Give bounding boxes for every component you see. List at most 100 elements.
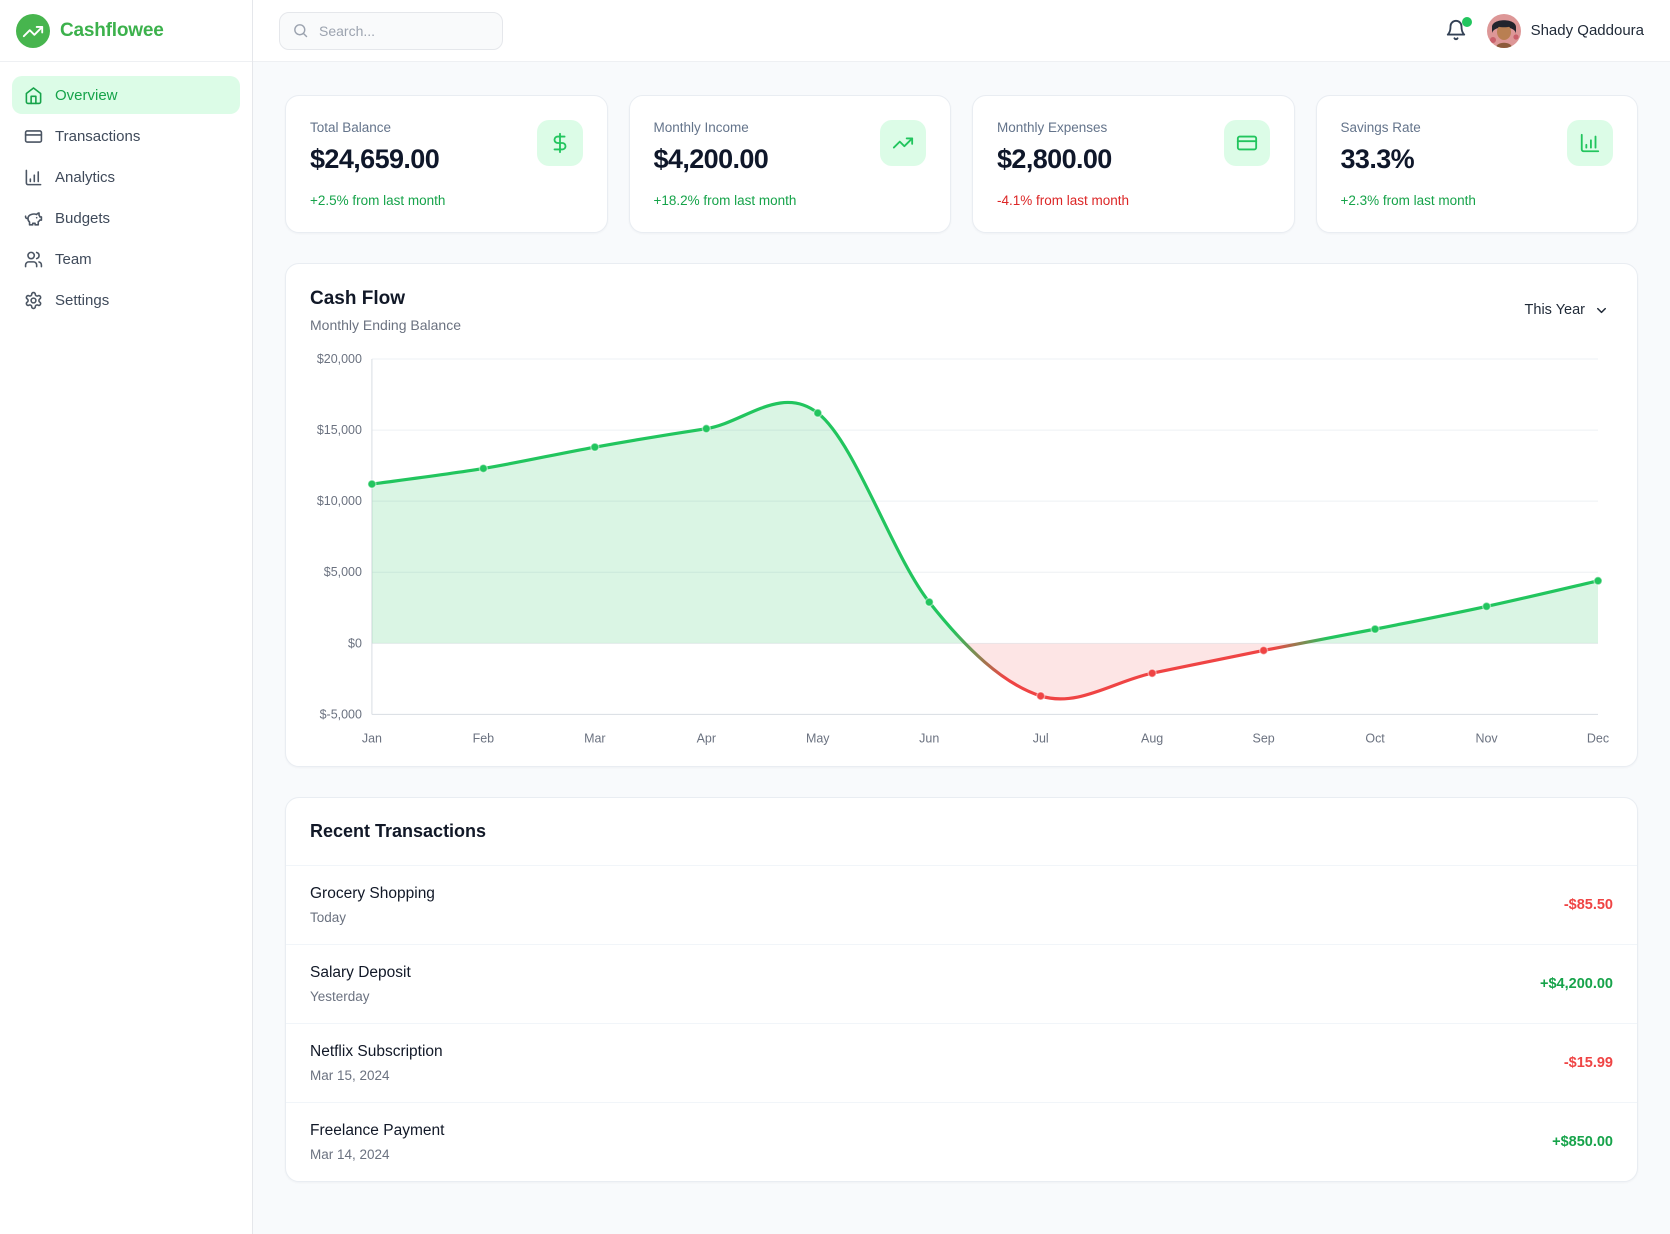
stat-value: $24,659.00 xyxy=(310,144,445,175)
cash-flow-chart[interactable]: $20,000 $15,000 $10,000 $5,000 $0 $-5,000Jan F… xyxy=(310,349,1613,752)
sidebar: Cashflowee Overview Transactions Analyti… xyxy=(0,0,253,1234)
svg-text:Feb: Feb xyxy=(473,731,495,745)
svg-text:$0: $0 xyxy=(348,636,362,650)
gear-icon xyxy=(24,291,43,310)
notification-badge xyxy=(1462,17,1472,27)
transaction-date: Today xyxy=(310,910,435,925)
svg-text:$15,000: $15,000 xyxy=(317,423,362,437)
stat-label: Monthly Expenses xyxy=(997,120,1129,135)
transaction-date: Yesterday xyxy=(310,989,411,1004)
user-menu[interactable]: Shady Qaddoura xyxy=(1487,14,1644,48)
stat-change: +18.2% from last month xyxy=(654,193,797,208)
transaction-row[interactable]: Salary Deposit Yesterday +$4,200.00 xyxy=(286,945,1637,1024)
chart-title: Cash Flow xyxy=(310,288,461,310)
sidebar-item-label: Transactions xyxy=(55,128,140,145)
sidebar-item-budgets[interactable]: Budgets xyxy=(12,199,240,237)
app-title: Cashflowee xyxy=(60,20,164,42)
sidebar-item-transactions[interactable]: Transactions xyxy=(12,117,240,155)
svg-text:Jun: Jun xyxy=(919,731,939,745)
time-range-value: This Year xyxy=(1525,302,1585,318)
brand: Cashflowee xyxy=(0,0,252,62)
stat-change: +2.5% from last month xyxy=(310,193,445,208)
stat-icon-box xyxy=(880,120,926,166)
svg-text:Dec: Dec xyxy=(1587,731,1609,745)
recent-transactions-card: Recent Transactions Grocery Shopping Tod… xyxy=(285,797,1638,1182)
user-name: Shady Qaddoura xyxy=(1531,22,1644,39)
transaction-row[interactable]: Netflix Subscription Mar 15, 2024 -$15.9… xyxy=(286,1024,1637,1103)
search-box[interactable] xyxy=(279,12,503,50)
topbar-right: Shady Qaddoura xyxy=(1445,14,1644,48)
sidebar-item-team[interactable]: Team xyxy=(12,240,240,278)
bar-chart-icon xyxy=(24,168,43,187)
stat-label: Savings Rate xyxy=(1341,120,1476,135)
transaction-amount: +$4,200.00 xyxy=(1540,976,1613,992)
svg-text:Oct: Oct xyxy=(1365,731,1385,745)
content-column: Shady Qaddoura Total Balance $24,659.00 … xyxy=(253,0,1670,1234)
svg-text:Nov: Nov xyxy=(1475,731,1498,745)
home-icon xyxy=(24,86,43,105)
search-icon xyxy=(292,22,309,39)
svg-text:May: May xyxy=(806,731,830,745)
transaction-date: Mar 14, 2024 xyxy=(310,1147,444,1162)
sidebar-item-analytics[interactable]: Analytics xyxy=(12,158,240,196)
svg-text:Jul: Jul xyxy=(1033,731,1049,745)
app-root: Cashflowee Overview Transactions Analyti… xyxy=(0,0,1670,1234)
sidebar-item-label: Budgets xyxy=(55,210,110,227)
transaction-name: Salary Deposit xyxy=(310,964,411,982)
sidebar-item-settings[interactable]: Settings xyxy=(12,281,240,319)
sidebar-item-label: Settings xyxy=(55,292,109,309)
transaction-amount: -$15.99 xyxy=(1564,1055,1613,1071)
trending-up-icon xyxy=(892,132,914,154)
stat-label: Monthly Income xyxy=(654,120,797,135)
stat-value: 33.3% xyxy=(1341,144,1476,175)
credit-card-icon xyxy=(1236,132,1258,154)
stat-card-total-balance: Total Balance $24,659.00 +2.5% from last… xyxy=(285,95,608,233)
stat-value: $2,800.00 xyxy=(997,144,1129,175)
transaction-name: Grocery Shopping xyxy=(310,885,435,903)
transaction-amount: +$850.00 xyxy=(1552,1134,1613,1150)
avatar xyxy=(1487,14,1521,48)
transactions-header: Recent Transactions xyxy=(286,798,1637,866)
sidebar-item-overview[interactable]: Overview xyxy=(12,76,240,114)
stat-card-monthly-expenses: Monthly Expenses $2,800.00 -4.1% from la… xyxy=(972,95,1295,233)
sidebar-item-label: Analytics xyxy=(55,169,115,186)
sidebar-nav: Overview Transactions Analytics Budgets … xyxy=(0,62,252,333)
users-icon xyxy=(24,250,43,269)
stat-card-monthly-income: Monthly Income $4,200.00 +18.2% from las… xyxy=(629,95,952,233)
stat-change: -4.1% from last month xyxy=(997,193,1129,208)
topbar: Shady Qaddoura xyxy=(253,0,1670,62)
sidebar-item-label: Team xyxy=(55,251,92,268)
svg-text:Sep: Sep xyxy=(1253,731,1275,745)
dollar-icon xyxy=(549,132,571,154)
stat-card-savings-rate: Savings Rate 33.3% +2.3% from last month xyxy=(1316,95,1639,233)
svg-text:$-5,000: $-5,000 xyxy=(320,707,362,721)
svg-text:Jan: Jan xyxy=(362,731,382,745)
svg-text:$5,000: $5,000 xyxy=(324,565,362,579)
svg-text:$10,000: $10,000 xyxy=(317,494,362,508)
svg-text:Mar: Mar xyxy=(584,731,605,745)
time-range-select[interactable]: This Year xyxy=(1521,296,1613,324)
transaction-row[interactable]: Grocery Shopping Today -$85.50 xyxy=(286,866,1637,945)
transaction-name: Netflix Subscription xyxy=(310,1043,443,1061)
stat-value: $4,200.00 xyxy=(654,144,797,175)
bar-chart-icon xyxy=(1579,132,1601,154)
svg-text:$20,000: $20,000 xyxy=(317,352,362,366)
transaction-name: Freelance Payment xyxy=(310,1122,444,1140)
stat-icon-box xyxy=(537,120,583,166)
stat-label: Total Balance xyxy=(310,120,445,135)
svg-text:Aug: Aug xyxy=(1141,731,1163,745)
stat-change: +2.3% from last month xyxy=(1341,193,1476,208)
transaction-row[interactable]: Freelance Payment Mar 14, 2024 +$850.00 xyxy=(286,1103,1637,1181)
notifications-button[interactable] xyxy=(1445,19,1469,43)
chart-header: Cash Flow Monthly Ending Balance This Ye… xyxy=(310,288,1613,333)
credit-card-icon xyxy=(24,127,43,146)
search-input[interactable] xyxy=(319,23,490,39)
chevron-down-icon xyxy=(1594,303,1609,318)
stat-icon-box xyxy=(1224,120,1270,166)
cash-flow-chart-svg: $20,000 $15,000 $10,000 $5,000 $0 $-5,000Jan F… xyxy=(310,349,1613,752)
sidebar-item-label: Overview xyxy=(55,87,118,104)
chart-subtitle: Monthly Ending Balance xyxy=(310,317,461,333)
piggy-bank-icon xyxy=(24,209,43,228)
app-logo-icon xyxy=(16,14,50,48)
stats-row: Total Balance $24,659.00 +2.5% from last… xyxy=(285,95,1638,233)
